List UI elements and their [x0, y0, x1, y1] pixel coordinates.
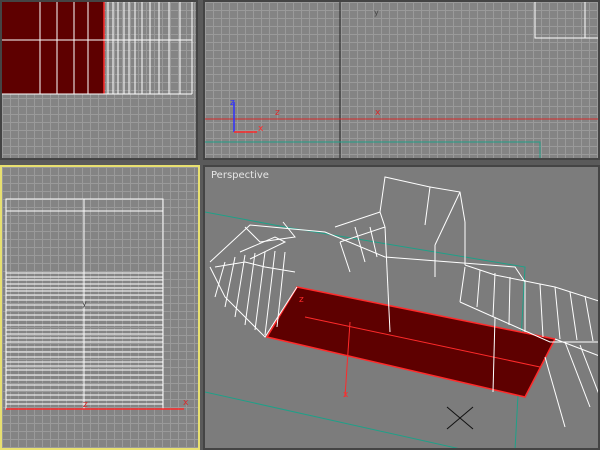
gizmo-z-label: z	[230, 98, 235, 108]
grid-plane-edge-front	[205, 391, 459, 448]
axis-z-label-front: z	[83, 400, 88, 410]
top-right-scene: z x z x y	[205, 2, 598, 158]
axis-z-label: z	[275, 108, 280, 118]
viewport-top-left[interactable]	[0, 0, 198, 160]
gizmo-x-label: x	[258, 124, 264, 134]
selected-faces	[2, 2, 104, 94]
axis-x-label-front: x	[183, 398, 189, 408]
wire-outline	[534, 2, 598, 39]
grid-boundary-line	[205, 141, 541, 158]
selected-floor-faces	[265, 286, 557, 398]
gizmo-z-label: z	[299, 295, 304, 305]
bottom-left-scene: y z x	[5, 198, 189, 410]
gizmo-x-label: x	[343, 390, 349, 400]
crosshair-cursor	[446, 406, 474, 430]
axis-y-label-front: y	[82, 299, 87, 308]
viewport-label-perspective[interactable]: Perspective	[211, 170, 269, 181]
viewport-perspective[interactable]: Perspective x z	[203, 165, 600, 450]
axis-x-label: x	[375, 108, 381, 118]
axis-y-label: y	[374, 8, 379, 17]
hull-wireframe	[209, 176, 598, 428]
top-left-scene	[2, 2, 193, 95]
perspective-scene: x z	[205, 176, 598, 448]
viewport-top-right[interactable]: z x z x y	[203, 0, 600, 160]
viewport-bottom-left[interactable]: y z x	[0, 165, 200, 450]
